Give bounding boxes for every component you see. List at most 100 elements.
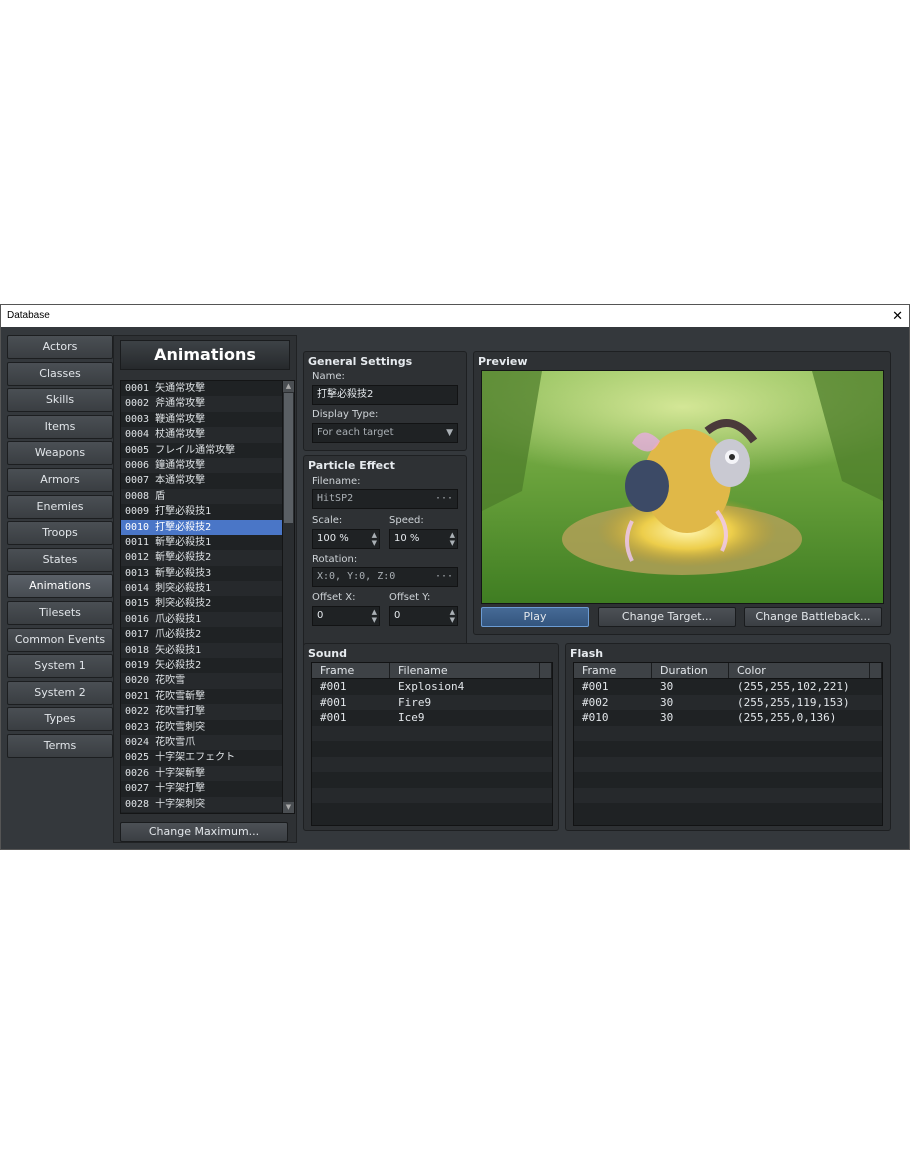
list-item[interactable]: 0025 十字架エフェクト	[121, 750, 283, 765]
column-header[interactable]: Frame	[312, 663, 390, 678]
nav-item-troops[interactable]: Troops	[7, 521, 113, 546]
list-item[interactable]: 0027 十字架打撃	[121, 781, 283, 796]
nav-item-states[interactable]: States	[7, 547, 113, 572]
list-item[interactable]: 0028 十字架刺突	[121, 796, 283, 812]
column-header[interactable]: Filename	[390, 663, 540, 678]
list-item[interactable]: 0009 打撃必殺技1	[121, 504, 283, 519]
name-input[interactable]: 打擊必殺技2	[312, 385, 458, 405]
nav-item-actors[interactable]: Actors	[7, 335, 113, 359]
filename-field[interactable]: HitSP2 ···	[312, 489, 458, 509]
table-cell	[390, 757, 540, 773]
change-target-button[interactable]: Change Target...	[598, 607, 736, 627]
list-item[interactable]: 0024 花吹雪爪	[121, 734, 283, 751]
display-type-select[interactable]: For each target ▼	[312, 423, 458, 443]
sound-table[interactable]: Frame Filename #001 Explosion4 #001 Fire9 #0…	[311, 662, 553, 826]
speed-label: Speed:	[389, 515, 424, 526]
table-row[interactable]	[312, 772, 552, 788]
list-item[interactable]: 0002 斧通常攻撃	[121, 396, 283, 412]
play-button[interactable]: Play	[481, 607, 589, 627]
list-item[interactable]: 0006 鐘通常攻撃	[121, 457, 283, 474]
nav-item-items[interactable]: Items	[7, 414, 113, 439]
table-row[interactable]	[312, 756, 552, 773]
spin-arrows-icon[interactable]: ▲ ▼	[450, 531, 455, 547]
list-item[interactable]: 0011 斬撃必殺技1	[121, 535, 283, 550]
nav-item-tilesets[interactable]: Tilesets	[7, 600, 113, 625]
table-row[interactable]: #001 30 (255,255,102,221)	[574, 679, 882, 695]
change-maximum-button[interactable]: Change Maximum...	[120, 822, 288, 842]
list-item[interactable]: 0001 矢通常攻撃	[121, 381, 283, 396]
list-item[interactable]: 0004 杖通常攻撃	[121, 427, 283, 443]
nav-item-types[interactable]: Types	[7, 707, 113, 732]
change-battleback-button[interactable]: Change Battleback...	[744, 607, 882, 627]
list-scrollbar[interactable]: ▲ ▼	[282, 380, 295, 814]
list-item[interactable]: 0020 花吹雪	[121, 673, 283, 689]
scroll-down-icon[interactable]: ▼	[283, 802, 294, 813]
table-row[interactable]	[574, 787, 882, 803]
spin-arrows-icon[interactable]: ▲ ▼	[372, 608, 377, 624]
table-row[interactable]: #001 Explosion4	[312, 679, 552, 695]
table-row[interactable]: #002 30 (255,255,119,153)	[574, 694, 882, 710]
table-row[interactable]	[312, 787, 552, 804]
column-header[interactable]: Duration	[652, 663, 729, 678]
list-item[interactable]: 0021 花吹雪斬撃	[121, 689, 283, 704]
table-cell: (255,255,0,136)	[737, 711, 837, 724]
list-item[interactable]: 0018 矢必殺技1	[121, 642, 283, 659]
offset-y-stepper[interactable]: 0 ▲ ▼	[389, 606, 458, 626]
nav-item-common-events[interactable]: Common Events	[7, 627, 113, 652]
table-row[interactable]	[312, 741, 552, 757]
table-cell: (255,255,119,153)	[737, 695, 850, 709]
table-row[interactable]	[574, 725, 882, 741]
table-cell	[312, 788, 390, 804]
column-header[interactable]: Color	[729, 663, 870, 678]
rotation-field[interactable]: X:0, Y:0, Z:0 ···	[312, 567, 458, 587]
nav-item-animations[interactable]: Animations	[7, 574, 113, 599]
list-item[interactable]: 0016 爪必殺技1	[121, 611, 283, 628]
list-item[interactable]: 0005 フレイル通常攻撃	[121, 443, 283, 458]
scale-stepper[interactable]: 100 % ▲ ▼	[312, 529, 380, 549]
table-row[interactable]	[574, 756, 882, 772]
table-row[interactable]: #010 30 (255,255,0,136)	[574, 710, 882, 726]
table-row[interactable]	[312, 725, 552, 741]
scroll-up-icon[interactable]: ▲	[283, 381, 294, 392]
column-header[interactable]: Frame	[574, 663, 652, 678]
table-row[interactable]	[574, 803, 882, 819]
close-icon[interactable]: ✕	[892, 305, 903, 327]
list-item[interactable]: 0003 鞭通常攻撃	[121, 412, 283, 427]
animation-list[interactable]: 0001 矢通常攻撃 0002 斧通常攻撃 0003 鞭通常攻撃 0004 杖通常攻撃…	[120, 380, 284, 814]
nav-item-armors[interactable]: Armors	[7, 467, 113, 492]
table-row[interactable]: #001 Fire9	[312, 694, 552, 710]
list-item[interactable]: 0008 盾	[121, 488, 283, 505]
list-item[interactable]: 0012 斬撃必殺技2	[121, 550, 283, 566]
list-item[interactable]: 0014 刺突必殺技1	[121, 581, 283, 597]
spin-arrows-icon[interactable]: ▲ ▼	[372, 531, 377, 547]
nav-item-system-1[interactable]: System 1	[7, 654, 113, 679]
table-row[interactable]	[574, 772, 882, 788]
nav-item-skills[interactable]: Skills	[7, 388, 113, 413]
list-item[interactable]: 0013 斬撃必殺技3	[121, 566, 283, 581]
flash-table[interactable]: Frame Duration Color #001 30 (255,255,102,…	[573, 662, 883, 826]
nav-item-weapons[interactable]: Weapons	[7, 441, 113, 466]
offset-y-label: Offset Y:	[389, 592, 431, 603]
table-row[interactable]	[574, 741, 882, 757]
list-item[interactable]: 0007 本通常攻撃	[121, 473, 283, 488]
nav-item-terms[interactable]: Terms	[7, 733, 113, 758]
table-row[interactable]	[312, 803, 552, 819]
list-item[interactable]: 0015 刺突必殺技2	[121, 596, 283, 611]
table-row[interactable]: #001 Ice9	[312, 710, 552, 726]
speed-stepper[interactable]: 10 % ▲ ▼	[389, 529, 458, 549]
scroll-thumb[interactable]	[284, 393, 293, 523]
nav-item-classes[interactable]: Classes	[7, 361, 113, 386]
list-item[interactable]: 0017 爪必殺技2	[121, 627, 283, 642]
list-item[interactable]: 0026 十字架斬撃	[121, 765, 283, 782]
list-item[interactable]: 0010 打撃必殺技2	[121, 519, 283, 535]
table-cell: #001	[320, 695, 347, 709]
nav-item-enemies[interactable]: Enemies	[7, 494, 113, 519]
ellipsis-icon[interactable]: ···	[435, 568, 453, 586]
nav-item-system-2[interactable]: System 2	[7, 680, 113, 705]
list-item[interactable]: 0019 矢必殺技2	[121, 658, 283, 673]
ellipsis-icon[interactable]: ···	[435, 490, 453, 508]
offset-x-stepper[interactable]: 0 ▲ ▼	[312, 606, 380, 626]
list-item[interactable]: 0023 花吹雪刺突	[121, 720, 283, 735]
list-item[interactable]: 0022 花吹雪打撃	[121, 704, 283, 720]
spin-arrows-icon[interactable]: ▲ ▼	[450, 608, 455, 624]
